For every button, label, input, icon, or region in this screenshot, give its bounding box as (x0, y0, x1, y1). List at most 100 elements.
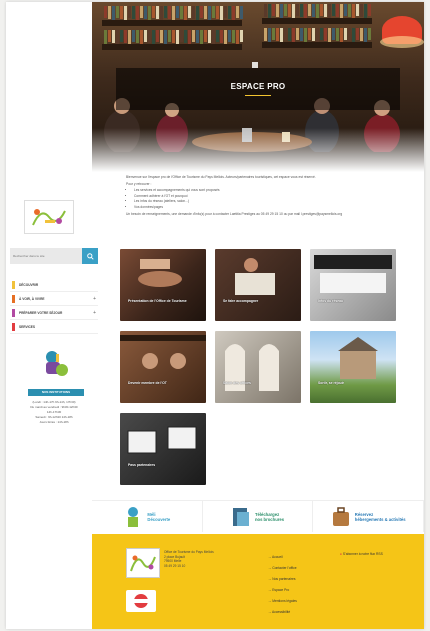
site-logo[interactable] (24, 200, 74, 234)
book-spine (316, 28, 319, 42)
tile-sortir[interactable]: Sortir, se réjouir (310, 331, 396, 403)
book-spine (336, 4, 339, 17)
tile-image (120, 335, 206, 369)
book-spine (128, 30, 131, 44)
banner-meli[interactable]: Méli Découverte (92, 501, 203, 532)
footer-link[interactable]: Accessibilité (268, 607, 297, 618)
book-spine (212, 30, 215, 44)
institutions-button[interactable]: NOS INSTITUTIONS (28, 389, 84, 396)
book-spine (308, 4, 311, 16)
book-spine (272, 28, 275, 40)
tile-infos-reseau[interactable]: Infos du réseau (310, 249, 396, 321)
book-spine (120, 6, 123, 19)
intro-contact: Un besoin de renseignements, une demande… (126, 211, 343, 216)
book-spine (284, 28, 287, 40)
book-spine (116, 30, 119, 44)
search-button[interactable] (82, 248, 98, 264)
expand-icon[interactable]: + (93, 310, 96, 316)
book-spine (228, 6, 231, 19)
book-spine (180, 6, 183, 19)
shelf (102, 20, 242, 26)
tile-devenir-membre[interactable]: Devenir membre de l'OT (120, 331, 206, 403)
banner-brochures[interactable]: Téléchargez nos brochures (203, 501, 314, 532)
book-spine (156, 30, 159, 42)
tile-presentation[interactable]: Présentation de l'Office de Tourisme (120, 249, 206, 321)
slider-control-icon[interactable] (252, 62, 258, 68)
book-spine (160, 6, 163, 20)
book-spine (128, 6, 131, 18)
book-spine (288, 4, 291, 17)
book-spine (116, 6, 119, 18)
nav-item-preparer[interactable]: PRÉPARER VOTRE SÉJOUR + (10, 306, 98, 320)
book-spine (296, 28, 299, 40)
nav-item-decouvrir[interactable]: DÉCOUVRIR (10, 278, 98, 292)
book-spine (336, 28, 339, 41)
main-nav: DÉCOUVRIR À VOIR, À VIVRE + PRÉPARER VOT… (10, 278, 98, 334)
hero-fade (92, 128, 424, 172)
book-spine (348, 4, 351, 17)
address-line: Office de Tourisme du Pays Mellois (164, 550, 214, 554)
book-spine (204, 6, 207, 19)
rss-link[interactable]: ● S'abonner à notre flux RSS (340, 552, 383, 556)
book-spine (172, 6, 175, 20)
book-spine (228, 30, 231, 42)
footer-logo[interactable] (126, 548, 160, 578)
book-spine (144, 6, 147, 19)
banner-reservez[interactable]: Réservez hébergements & activités (313, 501, 424, 532)
book-spine (216, 30, 219, 42)
intro-bullet: Les infos du réseau (ateliers, salon...) (134, 199, 406, 204)
footer-link[interactable]: Espace Pro (268, 585, 297, 596)
book-spine (356, 4, 359, 16)
hero-banner: ESPACE PRO (92, 2, 424, 172)
tile-salon[interactable]: Salon des offices (215, 331, 301, 403)
partner-logo[interactable] (126, 590, 156, 612)
book-spine (352, 4, 355, 18)
book-spine (172, 30, 175, 43)
book-spine (364, 28, 367, 42)
book-spine (236, 6, 239, 18)
book-spine (368, 4, 371, 16)
book-spine (280, 4, 283, 18)
tile-caption: Salon des offices (223, 381, 251, 385)
footer-link[interactable]: Nos partenaires (268, 574, 297, 585)
book-spine (240, 30, 243, 42)
book-spine (348, 28, 351, 41)
nav-item-a-voir[interactable]: À VOIR, À VIVRE + (10, 292, 98, 306)
intro-heading: Pour y retrouver : (126, 181, 152, 186)
rss-icon: ● (340, 552, 342, 556)
hero-title-band: ESPACE PRO (116, 68, 400, 110)
book-spine (276, 28, 279, 41)
nav-color-bar (12, 308, 15, 317)
book-spine (300, 4, 303, 17)
hours-line: Jours fériés : 14h-18h (39, 420, 69, 424)
book-spine (328, 4, 331, 18)
book-spine (120, 30, 123, 42)
book-spine (312, 4, 315, 17)
book-spine (220, 6, 223, 20)
book-spine (208, 6, 211, 20)
footer-link[interactable]: Mentions légales (268, 596, 297, 607)
book-spine (140, 6, 143, 18)
book-spine (272, 4, 275, 16)
footer-link[interactable]: Accueil (268, 552, 297, 563)
tile-caption: Pass partenaires (128, 463, 156, 467)
book-spine (196, 6, 199, 20)
search-input[interactable] (10, 248, 82, 264)
book-spine (212, 6, 215, 18)
tile-accompagner[interactable]: Se faire accompagner (215, 249, 301, 321)
book-spine (296, 4, 299, 16)
book-spine (320, 28, 323, 40)
nav-item-services[interactable]: SERVICES (10, 320, 98, 334)
book-spine (324, 4, 327, 17)
book-spine (132, 6, 135, 19)
footer-link[interactable]: Contacter l'office (268, 563, 297, 574)
book-spine (136, 6, 139, 20)
tile-caption: Se faire accompagner (223, 299, 259, 303)
tile-image (338, 337, 378, 379)
expand-icon[interactable]: + (93, 296, 96, 302)
tile-pass[interactable]: Pass partenaires (120, 413, 206, 485)
rss-label: S'abonner à notre flux RSS (342, 552, 383, 556)
shelf (102, 44, 242, 50)
tile-caption: Présentation de l'Office de Tourisme (128, 299, 187, 303)
book-spine (316, 4, 319, 18)
